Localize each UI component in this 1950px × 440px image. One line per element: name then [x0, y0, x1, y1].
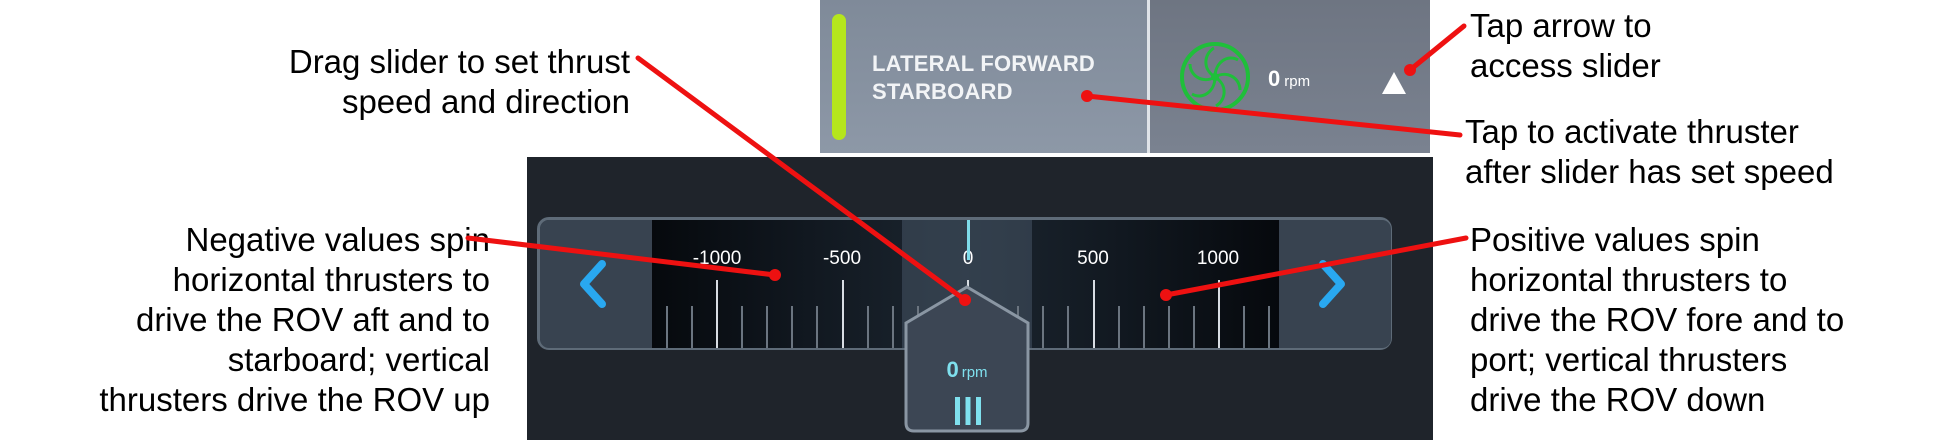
callout-tap-arrow-line	[1407, 23, 1467, 73]
callout-tap-activate-dot	[1081, 90, 1093, 102]
callout-negative-dot	[769, 269, 781, 281]
callout-tap-arrow-dot	[1404, 64, 1416, 76]
callout-positive-dot	[1160, 289, 1172, 301]
callout-negative-line	[465, 235, 778, 278]
callout-tap-activate-line	[1084, 93, 1463, 138]
callout-drag-slider-dot	[959, 294, 971, 306]
callout-lines	[465, 23, 1469, 306]
callout-positive-line	[1163, 235, 1469, 298]
